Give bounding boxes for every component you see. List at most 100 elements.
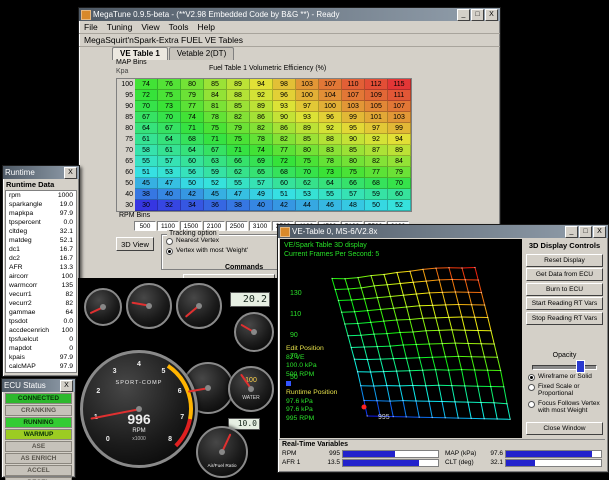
ve-cell[interactable]: 77: [273, 145, 296, 156]
ve-cell[interactable]: 110: [342, 79, 365, 90]
rpm-bin-cell[interactable]: 500: [134, 221, 156, 231]
tracking-option[interactable]: Vertex with most 'Weight': [166, 247, 274, 255]
display-option-focus-follows-vertex-with-most-weight[interactable]: Focus Follows Vertex with most Weight: [528, 400, 601, 415]
ve-cell[interactable]: 105: [365, 101, 388, 112]
ve-cell[interactable]: 101: [365, 112, 388, 123]
ve-cell[interactable]: 78: [250, 134, 273, 145]
ve-cell[interactable]: 71: [204, 134, 227, 145]
ve-cell[interactable]: 107: [388, 101, 411, 112]
ve-cell[interactable]: 72: [273, 156, 296, 167]
ve-cell[interactable]: 64: [181, 145, 204, 156]
ve-cell[interactable]: 85: [342, 145, 365, 156]
ve-cell[interactable]: 75: [296, 156, 319, 167]
ve-cell[interactable]: 83: [319, 145, 342, 156]
ve-cell[interactable]: 50: [181, 178, 204, 189]
ve-cell[interactable]: 49: [250, 189, 273, 200]
ve-cell[interactable]: 107: [342, 90, 365, 101]
ve-cell[interactable]: 99: [342, 112, 365, 123]
radio-icon[interactable]: [528, 400, 535, 408]
reset-display-button[interactable]: Reset Display: [526, 253, 603, 267]
ve-cell[interactable]: 47: [158, 178, 181, 189]
ve-cell[interactable]: 58: [135, 145, 158, 156]
ve-cell[interactable]: 45: [135, 178, 158, 189]
runtime-titlebar[interactable]: Runtime X: [3, 166, 79, 179]
ve-cell[interactable]: 51: [135, 167, 158, 178]
get-data-from-ecu-button[interactable]: Get Data from ECU: [526, 268, 603, 281]
ve-cell[interactable]: 66: [227, 156, 250, 167]
ve-cell[interactable]: 64: [319, 178, 342, 189]
ve-cell[interactable]: 68: [273, 167, 296, 178]
ve-cell[interactable]: 78: [204, 112, 227, 123]
ve-cell[interactable]: 75: [227, 134, 250, 145]
ve-cell[interactable]: 96: [273, 90, 296, 101]
ve-cell[interactable]: 55: [319, 189, 342, 200]
ve-cell[interactable]: 96: [319, 112, 342, 123]
ve-cell[interactable]: 67: [135, 112, 158, 123]
ve-cell[interactable]: 90: [342, 134, 365, 145]
ve-cell[interactable]: 71: [227, 145, 250, 156]
ve-cell[interactable]: 82: [250, 123, 273, 134]
ve-cell[interactable]: 97: [365, 123, 388, 134]
ve-cell[interactable]: 76: [158, 79, 181, 90]
ve-cell[interactable]: 71: [181, 123, 204, 134]
opacity-slider[interactable]: [532, 360, 597, 373]
ve-cell[interactable]: 80: [296, 145, 319, 156]
ve-cell[interactable]: 104: [319, 90, 342, 101]
ve-cell[interactable]: 32: [158, 200, 181, 211]
minimize-button[interactable]: _: [565, 225, 578, 238]
close-icon[interactable]: X: [64, 166, 77, 179]
rpm-bin-cell[interactable]: 3100: [249, 221, 271, 231]
tachometer[interactable]: 012345678 SPORT-COMP 996 RPM x1000: [80, 350, 198, 468]
ve-cell[interactable]: 60: [273, 178, 296, 189]
maximize-button[interactable]: □: [579, 225, 592, 238]
close-window-button[interactable]: Close Window: [526, 422, 603, 435]
ve-cell[interactable]: 51: [273, 189, 296, 200]
ve-cell[interactable]: 84: [204, 90, 227, 101]
ve-cell[interactable]: 77: [181, 101, 204, 112]
close-icon[interactable]: X: [60, 379, 73, 392]
small-gauge-2[interactable]: [126, 283, 172, 329]
ve-cell[interactable]: 74: [181, 112, 204, 123]
ve-cell[interactable]: 100: [296, 90, 319, 101]
water-gauge[interactable]: 100 WATER: [228, 366, 274, 412]
ve-cell[interactable]: 30: [135, 200, 158, 211]
ve-cell[interactable]: 36: [204, 200, 227, 211]
close-button[interactable]: X: [485, 8, 498, 21]
radio-icon[interactable]: [528, 374, 535, 381]
burn-to-ecu-button[interactable]: Burn to ECU: [526, 282, 603, 296]
afr-gauge[interactable]: Air/Fuel Ratio: [196, 426, 248, 478]
ve-cell[interactable]: 53: [296, 189, 319, 200]
rpm-bin-cell[interactable]: 2500: [226, 221, 248, 231]
ve-cell[interactable]: 69: [250, 156, 273, 167]
ve-cell[interactable]: 45: [204, 189, 227, 200]
ve-cell[interactable]: 89: [227, 79, 250, 90]
ve-cell[interactable]: 55: [227, 178, 250, 189]
menu-view[interactable]: View: [141, 22, 159, 32]
ve-cell[interactable]: 46: [319, 200, 342, 211]
ve-cell[interactable]: 61: [135, 134, 158, 145]
ve-cell[interactable]: 40: [250, 200, 273, 211]
ve-cell[interactable]: 87: [365, 145, 388, 156]
menu-tools[interactable]: Tools: [169, 22, 189, 32]
ve-cell[interactable]: 60: [388, 189, 411, 200]
ve-cell[interactable]: 64: [135, 123, 158, 134]
ve-3d-titlebar[interactable]: VE-Table 0, MS-6/V2.8x _ □ X: [278, 225, 608, 238]
ve-cell[interactable]: 79: [181, 90, 204, 101]
ve-cell[interactable]: 92: [250, 90, 273, 101]
ve-cell[interactable]: 40: [158, 189, 181, 200]
radio-icon[interactable]: [166, 248, 173, 255]
ve-cell[interactable]: 109: [365, 90, 388, 101]
ve-cell[interactable]: 94: [250, 79, 273, 90]
ve-cell[interactable]: 64: [158, 134, 181, 145]
minimize-button[interactable]: _: [457, 8, 470, 21]
ve-cell[interactable]: 85: [227, 101, 250, 112]
ve-cell[interactable]: 60: [181, 156, 204, 167]
ve-cell[interactable]: 70: [158, 112, 181, 123]
ve-cell[interactable]: 73: [158, 101, 181, 112]
tracking-option[interactable]: Nearest Vertex: [166, 237, 274, 245]
ve-cell[interactable]: 88: [319, 134, 342, 145]
ve-cell[interactable]: 82: [365, 156, 388, 167]
ve-cell[interactable]: 68: [365, 178, 388, 189]
ve-cell[interactable]: 82: [273, 134, 296, 145]
small-gauge-4[interactable]: [234, 312, 274, 352]
